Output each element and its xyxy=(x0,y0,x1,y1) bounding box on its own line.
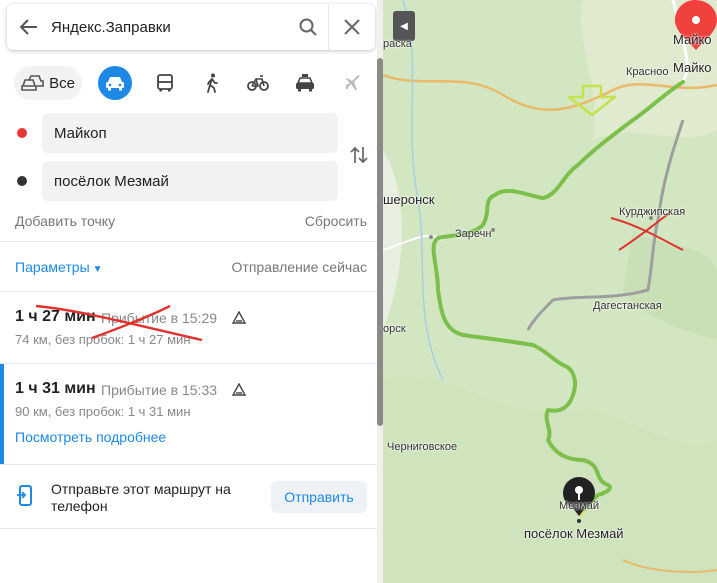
swap-points-icon[interactable] xyxy=(346,140,372,170)
to-field[interactable]: посёлок Мезмай xyxy=(42,161,338,201)
map-label: шеронск xyxy=(383,192,435,207)
departure-selector[interactable]: Отправление сейчас xyxy=(217,259,367,275)
map-label: Красноо xyxy=(626,66,669,78)
mode-all-label: Все xyxy=(49,74,75,92)
route-arrival: Прибытие в 15:33 xyxy=(101,382,218,398)
plane-icon xyxy=(346,75,360,90)
map-label: Курджипская xyxy=(619,206,686,218)
mode-bike-button[interactable] xyxy=(243,66,273,100)
map-label: орск xyxy=(383,323,406,335)
mode-car-button[interactable] xyxy=(98,66,132,100)
to-dot-icon xyxy=(17,176,27,186)
parameters-dropdown[interactable]: Параметры ▼ xyxy=(15,259,103,275)
walk-icon xyxy=(207,73,218,93)
taxi-icon xyxy=(296,74,314,92)
map-view[interactable]: ◀ Майко Майко Красноо раска шеронск Заре… xyxy=(383,0,717,583)
map-label: Майко xyxy=(673,32,712,47)
route-panel: Яндекс.Заправки Все Майкоп посёлок Мезма… xyxy=(0,0,383,583)
map-label: Заречн xyxy=(455,228,492,240)
destination-label: посёлок Мезмай xyxy=(524,526,624,541)
collapse-panel-button[interactable]: ◀ xyxy=(393,11,415,41)
close-icon[interactable] xyxy=(329,4,375,50)
mode-all-button[interactable]: Все xyxy=(14,66,82,100)
bus-icon xyxy=(157,74,173,92)
send-to-phone-row: Отправьте этот маршрут на телефон Отправ… xyxy=(0,465,377,528)
route-option[interactable]: 1 ч 27 мин Прибытие в 15:29 74 км, без п… xyxy=(0,292,377,364)
search-query[interactable]: Яндекс.Заправки xyxy=(51,19,288,36)
search-bar[interactable]: Яндекс.Заправки xyxy=(7,4,375,50)
from-dot-icon xyxy=(17,128,27,138)
parameters-label: Параметры xyxy=(15,259,90,275)
back-arrow-icon[interactable] xyxy=(7,4,51,50)
from-field[interactable]: Майкоп xyxy=(42,113,338,153)
map-label: Майко xyxy=(673,60,712,75)
search-icon[interactable] xyxy=(288,4,328,50)
map-label: Дагестанская xyxy=(593,300,662,312)
map-label: Черниговское xyxy=(387,441,458,453)
mode-walk-button[interactable] xyxy=(197,66,227,100)
route-duration: 1 ч 27 мин xyxy=(15,308,96,325)
car-icon xyxy=(106,77,124,91)
route-duration: 1 ч 31 мин xyxy=(15,380,96,397)
map-canvas xyxy=(383,0,717,583)
caret-down-icon: ▼ xyxy=(92,264,103,275)
reset-link[interactable]: Сбросить xyxy=(287,213,367,229)
route-point-from: Майкоп xyxy=(14,113,338,153)
map-label: Мезмай xyxy=(559,500,600,512)
transport-modes: Все xyxy=(14,66,374,100)
phone-icon xyxy=(17,485,32,506)
send-to-phone-text: Отправьте этот маршрут на телефон xyxy=(51,481,231,514)
route-distance: 90 км, без пробок: 1 ч 31 мин xyxy=(15,404,191,419)
map-label: раска xyxy=(383,38,412,50)
selected-indicator xyxy=(0,364,4,464)
mode-bus-button[interactable] xyxy=(150,66,180,100)
view-details-link[interactable]: Посмотреть подробнее xyxy=(15,429,166,445)
toll-road-icon xyxy=(232,383,246,396)
route-point-to: посёлок Мезмай xyxy=(14,161,338,201)
cars-icon xyxy=(21,75,44,91)
mode-plane-button[interactable] xyxy=(338,66,368,100)
send-button[interactable]: Отправить xyxy=(271,481,367,513)
route-arrival: Прибытие в 15:29 xyxy=(101,310,218,326)
divider xyxy=(0,528,377,529)
toll-road-icon xyxy=(232,311,246,324)
divider xyxy=(0,241,377,242)
bike-icon xyxy=(247,75,269,91)
add-point-link[interactable]: Добавить точку xyxy=(15,213,115,229)
route-option-selected[interactable]: 1 ч 31 мин Прибытие в 15:33 90 км, без п… xyxy=(0,364,377,464)
route-distance: 74 км, без пробок: 1 ч 27 мин xyxy=(15,332,191,347)
mode-taxi-button[interactable] xyxy=(290,66,320,100)
